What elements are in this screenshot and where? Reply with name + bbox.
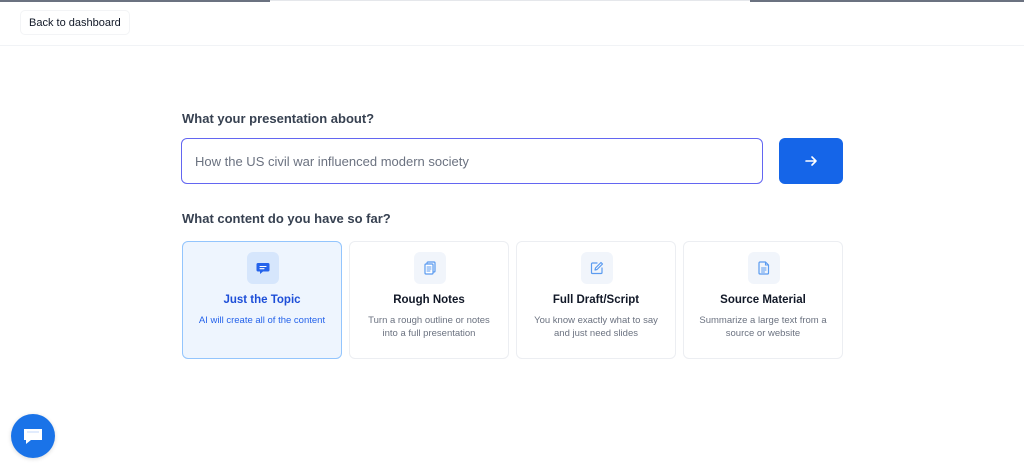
topic-question: What your presentation about? <box>182 111 375 126</box>
option-title: Rough Notes <box>393 294 465 306</box>
document-icon <box>758 261 770 275</box>
topic-input[interactable]: How the US civil war influenced modern s… <box>181 138 763 184</box>
option-icon-box <box>414 252 446 284</box>
option-icon-box <box>581 252 613 284</box>
submit-button[interactable] <box>779 138 843 184</box>
chat-launcher-button[interactable] <box>11 414 55 458</box>
option-title: Full Draft/Script <box>552 294 640 306</box>
option-description: Summarize a large text from a source or … <box>699 315 827 339</box>
option-description: You know exactly what to say and just ne… <box>534 315 658 339</box>
option-full-draft-script[interactable]: Full Draft/Script You know exactly what … <box>516 241 676 359</box>
option-rough-notes[interactable]: Rough Notes Turn a rough outline or note… <box>349 241 509 359</box>
header: Back to dashboard <box>0 0 1024 46</box>
message-icon <box>256 263 270 274</box>
option-title: Source Material <box>720 294 806 306</box>
notes-icon <box>424 261 436 275</box>
content-options: Just the Topic AI will create all of the… <box>182 241 843 359</box>
edit-icon <box>590 261 604 275</box>
option-icon-box <box>247 252 279 284</box>
content-question: What content do you have so far? <box>182 211 391 226</box>
option-description: AI will create all of the content <box>198 315 326 326</box>
option-icon-box <box>748 252 780 284</box>
option-source-material[interactable]: Source Material Summarize a large text f… <box>683 241 843 359</box>
option-just-the-topic[interactable]: Just the Topic AI will create all of the… <box>182 241 342 359</box>
chat-icon <box>24 429 42 444</box>
option-description: Turn a rough outline or notes into a ful… <box>368 315 490 339</box>
back-to-dashboard-button[interactable]: Back to dashboard <box>20 10 130 35</box>
option-title: Just the Topic <box>223 294 301 306</box>
arrow-right-icon <box>805 156 817 166</box>
